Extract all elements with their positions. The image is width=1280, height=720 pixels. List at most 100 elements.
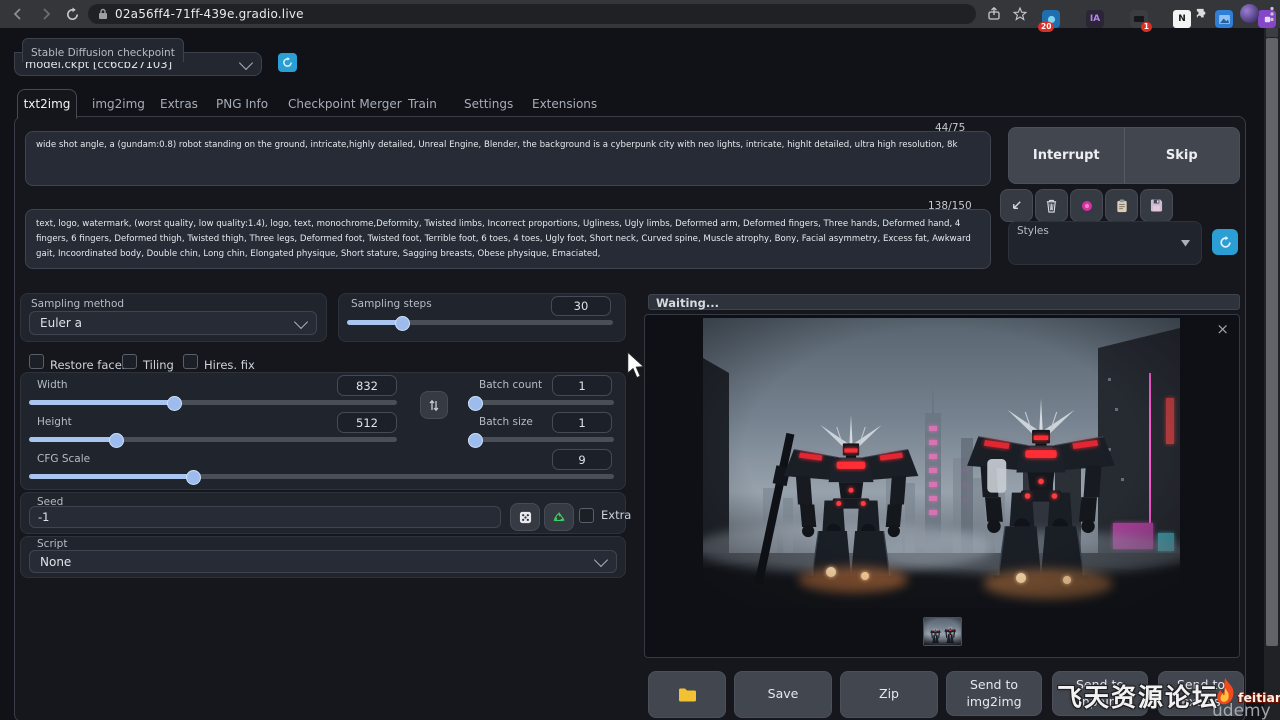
extensions-puzzle-icon[interactable] [1192,4,1212,24]
height-slider[interactable] [29,437,397,442]
batch-count-slider-handle[interactable] [468,396,483,411]
cfg-scale-label: CFG Scale [37,453,90,465]
sampling-steps-label: Sampling steps [351,298,432,310]
apply-styles-button[interactable] [1105,189,1138,222]
cfg-scale-slider-handle[interactable] [186,470,201,485]
extension-badge1-icon[interactable]: 1 [1130,10,1148,28]
bookmark-star-icon[interactable] [1010,4,1030,24]
progress-text: Waiting... [656,296,719,310]
negative-prompt-counter: 138/150 [928,200,972,212]
clipboard-icon [1116,199,1128,213]
batch-size-input[interactable]: 1 [552,412,612,433]
interrupt-skip-group: Interrupt Skip [1008,127,1240,184]
prompt-textarea[interactable]: wide shot angle, a (gundam:0.8) robot st… [25,131,991,186]
height-input[interactable]: 512 [337,412,397,433]
tab-settings[interactable]: Settings [450,91,527,117]
tab-train[interactable]: Train [394,91,451,117]
sampling-steps-input[interactable]: 30 [551,296,611,316]
scrollbar-up-arrow[interactable] [1266,28,1278,37]
tab-png-info[interactable]: PNG Info [202,91,282,117]
send-to-img2img-button[interactable]: Send to img2img [946,671,1042,716]
skip-button[interactable]: Skip [1125,128,1240,183]
tiling-checkbox[interactable]: Tiling [122,354,174,373]
extension-badge20-icon[interactable]: 20 [1042,10,1060,28]
save-button[interactable]: Save [734,671,832,718]
batch-count-slider[interactable] [468,400,614,405]
sampling-steps-slider-handle[interactable] [395,316,410,331]
generated-image[interactable] [703,318,1180,608]
script-label: Script [37,538,67,550]
styles-refresh-button[interactable] [1212,229,1238,255]
watermark-chinese-text: 飞天资源论坛 [1057,678,1219,714]
forward-icon[interactable] [36,4,56,24]
open-folder-button[interactable] [648,671,726,718]
seed-block: Seed -1 Extra [20,492,626,534]
script-dropdown[interactable]: None [29,550,617,573]
dice-icon [519,511,532,524]
address-bar[interactable]: 02a56ff4-71ff-439e.gradio.live [88,4,976,24]
height-value: 512 [356,416,378,430]
seed-input[interactable]: -1 [29,506,501,528]
padlock-icon [98,8,108,20]
gallery-thumbnail[interactable] [923,617,962,646]
clear-prompt-button[interactable] [1035,189,1068,222]
magenta-dot-icon [1080,199,1094,213]
styles-dropdown[interactable]: Styles [1008,221,1202,265]
sampling-method-label: Sampling method [31,298,124,310]
checkpoint-label: Stable Diffusion checkpoint [31,47,175,59]
cfg-scale-slider[interactable] [29,474,614,479]
restore-faces-label: Restore faces [50,358,128,372]
prompt-counter: 44/75 [935,122,965,134]
share-icon[interactable] [984,4,1004,24]
extra-seed-checkbox[interactable] [579,508,594,523]
menu-dots-icon[interactable] [1262,4,1280,24]
sampling-method-dropdown[interactable]: Euler a [29,311,317,335]
batch-size-slider-handle[interactable] [468,433,483,448]
extension-badge1-count: 1 [1141,22,1152,32]
chevron-down-icon [294,314,308,328]
checkpoint-refresh-button[interactable] [278,53,297,72]
hires-fix-label: Hires. fix [204,358,255,372]
width-input[interactable]: 832 [337,375,397,396]
cfg-scale-value: 9 [578,453,585,467]
close-icon[interactable]: × [1216,322,1229,337]
zip-button[interactable]: Zip [840,671,938,718]
watermark-corner-text: udemy [1212,701,1271,720]
negative-prompt-textarea[interactable]: text, logo, watermark, (worst quality, l… [25,209,991,269]
extension-notion-icon[interactable]: N [1173,10,1191,28]
extension-ia-icon[interactable]: IA [1086,10,1104,28]
swap-dimensions-button[interactable] [420,391,448,419]
scrollbar-thumb[interactable] [1266,38,1278,646]
batch-size-value: 1 [578,416,585,430]
back-icon[interactable] [8,4,28,24]
batch-size-slider[interactable] [468,437,614,442]
hires-fix-checkbox[interactable]: Hires. fix [183,354,255,373]
arrow-down-left-icon [1010,199,1023,212]
tab-txt2img[interactable]: txt2img [17,89,77,119]
trash-icon [1045,199,1058,213]
zip-label: Zip [879,686,899,703]
save-style-button[interactable] [1140,189,1173,222]
page-scrollbar[interactable] [1264,28,1280,720]
height-slider-handle[interactable] [109,433,124,448]
dropdown-caret-icon [1181,240,1190,247]
profile-avatar[interactable] [1240,4,1259,23]
restore-faces-checkbox[interactable]: Restore faces [29,354,128,373]
extra-networks-button[interactable] [1070,189,1103,222]
dimensions-block: Width 832 Height 512 Batch count 1 Batch… [20,372,626,490]
extension-image-icon[interactable] [1215,10,1233,28]
tab-extensions[interactable]: Extensions [518,91,611,117]
interrupt-button[interactable]: Interrupt [1009,128,1125,183]
reload-icon[interactable] [62,4,82,24]
batch-count-input[interactable]: 1 [552,375,612,396]
reuse-seed-button[interactable] [544,503,574,531]
mouse-cursor [626,352,647,380]
random-seed-button[interactable] [510,503,540,531]
width-slider[interactable] [29,400,397,405]
paste-params-button[interactable] [1000,189,1033,222]
skip-label: Skip [1166,148,1198,163]
negative-prompt-text: text, logo, watermark, (worst quality, l… [36,219,971,259]
width-slider-handle[interactable] [167,396,182,411]
sampling-steps-slider[interactable] [347,320,613,325]
cfg-scale-input[interactable]: 9 [552,449,612,470]
